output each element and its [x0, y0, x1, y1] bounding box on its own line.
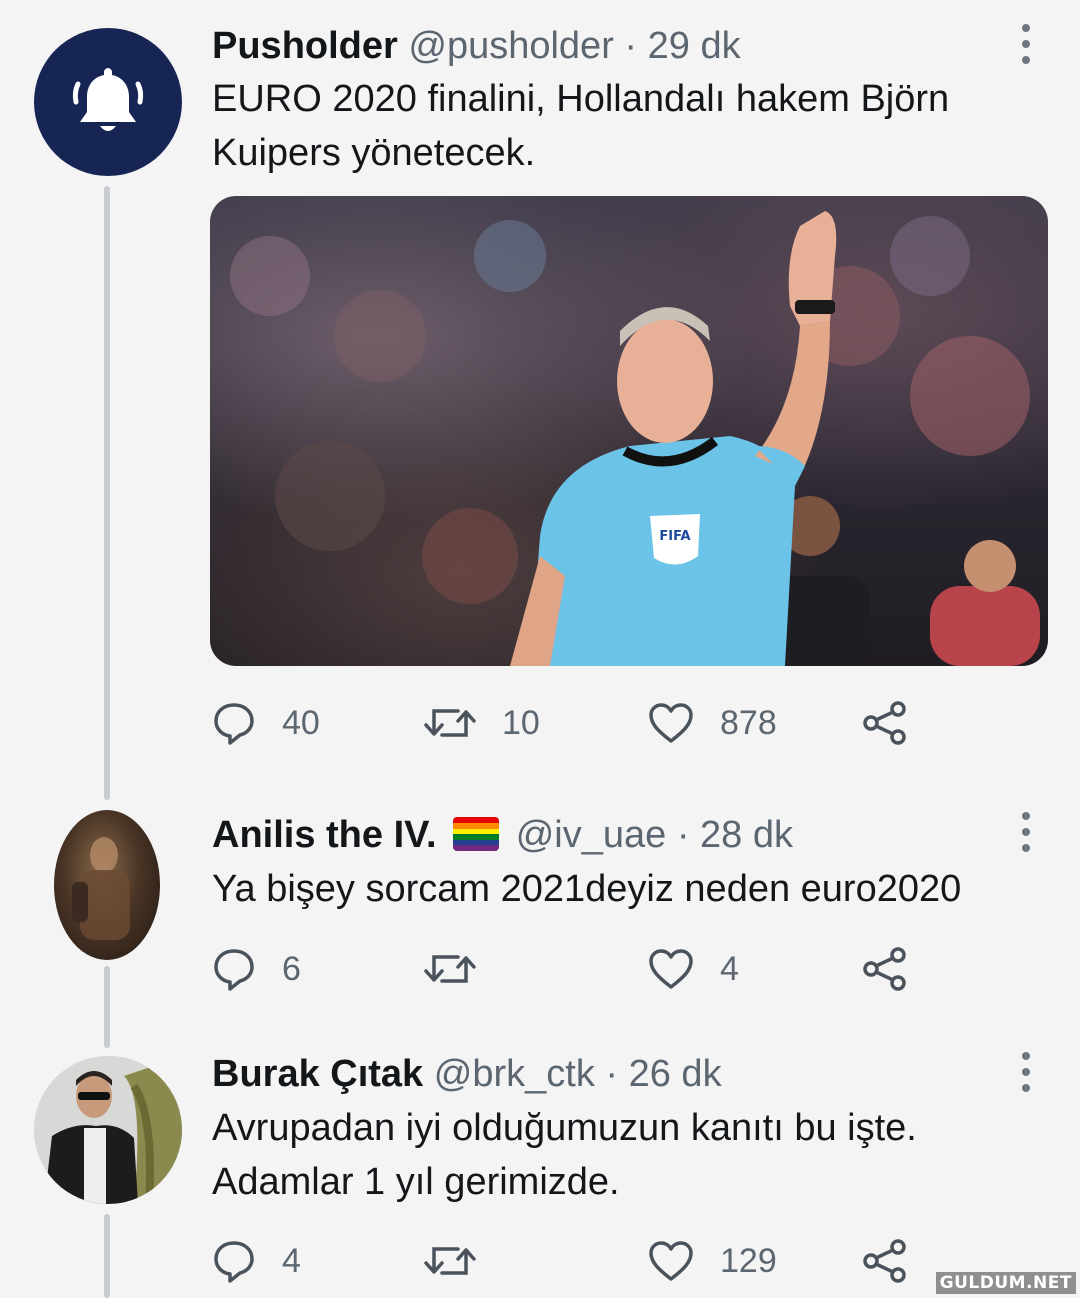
profile-photo — [72, 837, 130, 940]
reply-count: 40 — [282, 703, 320, 742]
timestamp[interactable]: 28 dk — [700, 814, 793, 856]
reply-count: 4 — [282, 1241, 301, 1280]
heart-icon — [649, 1241, 693, 1281]
heart-icon — [649, 949, 693, 989]
timestamp[interactable]: 29 dk — [648, 25, 741, 67]
watermark: GULDUM.NET — [935, 1272, 1076, 1294]
retweet-count: 10 — [502, 703, 540, 742]
thread-page: Pusholder @pusholder · 29 dk EURO 2020 f… — [0, 0, 1080, 1298]
author-handle[interactable]: @brk_ctk — [434, 1053, 595, 1095]
retweet-button[interactable] — [424, 944, 476, 994]
separator-dot: · — [624, 25, 638, 67]
retweet-button[interactable] — [424, 1236, 476, 1286]
tweet-actions: 6 4 — [212, 944, 932, 994]
avatar[interactable] — [34, 1056, 182, 1204]
like-button[interactable]: 878 — [648, 698, 777, 748]
retweet-icon — [424, 955, 476, 983]
tweet-header: Burak Çıtak @brk_ctk · 26 dk — [212, 1052, 722, 1096]
retweet-icon — [424, 1247, 476, 1275]
author-handle[interactable]: @iv_uae — [516, 814, 667, 856]
profile-photo — [34, 1056, 182, 1204]
heart-icon — [649, 703, 693, 743]
author-name[interactable]: Burak Çıtak — [212, 1053, 423, 1095]
svg-text:FIFA: FIFA — [659, 529, 690, 544]
like-count: 4 — [720, 949, 739, 988]
thread-line — [104, 186, 110, 800]
author-name[interactable]: Pusholder — [212, 25, 398, 67]
tweet-actions: 40 10 878 — [212, 698, 932, 748]
more-options-icon[interactable] — [1016, 24, 1036, 64]
retweet-button[interactable]: 10 — [424, 698, 540, 748]
separator-dot: · — [605, 1053, 619, 1095]
like-button[interactable]: 129 — [648, 1236, 777, 1286]
tweet-header: Anilis the IV. @iv_uae · 28 dk — [212, 813, 793, 857]
share-icon — [863, 947, 906, 991]
reply-icon — [214, 949, 254, 991]
retweet-icon — [424, 709, 476, 737]
like-count: 878 — [720, 703, 777, 742]
share-icon — [863, 701, 906, 745]
tweet-actions: 4 129 — [212, 1236, 932, 1286]
reply-icon — [214, 1241, 254, 1283]
separator-dot: · — [676, 814, 690, 856]
tweet-text-line: Adamlar 1 yıl gerimizde. — [212, 1161, 620, 1203]
tweet-header: Pusholder @pusholder · 29 dk — [212, 24, 741, 68]
tweet-text: EURO 2020 finalini, Hollandalı hakem Bjö… — [212, 72, 1052, 180]
thread-line — [104, 1214, 110, 1298]
rainbow-flag-icon — [453, 817, 500, 851]
reply-button[interactable]: 4 — [212, 1236, 301, 1286]
share-icon — [863, 1239, 906, 1283]
share-button[interactable] — [862, 944, 908, 994]
reply-button[interactable]: 6 — [212, 944, 301, 994]
thread-line — [104, 966, 110, 1048]
tweet-media-image[interactable]: FIFA — [210, 196, 1048, 666]
author-name[interactable]: Anilis the IV. — [212, 814, 437, 856]
timestamp[interactable]: 26 dk — [629, 1053, 722, 1095]
tweet-text-line: Kuipers yönetecek. — [212, 132, 536, 174]
reply-icon — [214, 703, 254, 745]
like-button[interactable]: 4 — [648, 944, 739, 994]
reply-count: 6 — [282, 949, 301, 988]
reply-button[interactable]: 40 — [212, 698, 320, 748]
tweet-text: Ya bişey sorcam 2021deyiz neden euro2020 — [212, 862, 1052, 916]
tweet-text-line: Ya bişey sorcam 2021deyiz neden euro2020 — [212, 868, 962, 910]
avatar[interactable] — [54, 810, 160, 960]
tweet-text-line: EURO 2020 finalini, Hollandalı hakem Bjö… — [212, 78, 950, 120]
share-button[interactable] — [862, 1236, 908, 1286]
bell-icon — [72, 68, 144, 131]
referee-photo: FIFA — [230, 211, 1040, 666]
more-options-icon[interactable] — [1016, 1052, 1036, 1092]
like-count: 129 — [720, 1241, 777, 1280]
more-options-icon[interactable] — [1016, 812, 1036, 852]
tweet-text: Avrupadan iyi olduğumuzun kanıtı bu işte… — [212, 1101, 1052, 1209]
share-button[interactable] — [862, 698, 908, 748]
tweet-text-line: Avrupadan iyi olduğumuzun kanıtı bu işte… — [212, 1107, 917, 1149]
author-handle[interactable]: @pusholder — [408, 25, 613, 67]
avatar[interactable] — [34, 28, 182, 176]
